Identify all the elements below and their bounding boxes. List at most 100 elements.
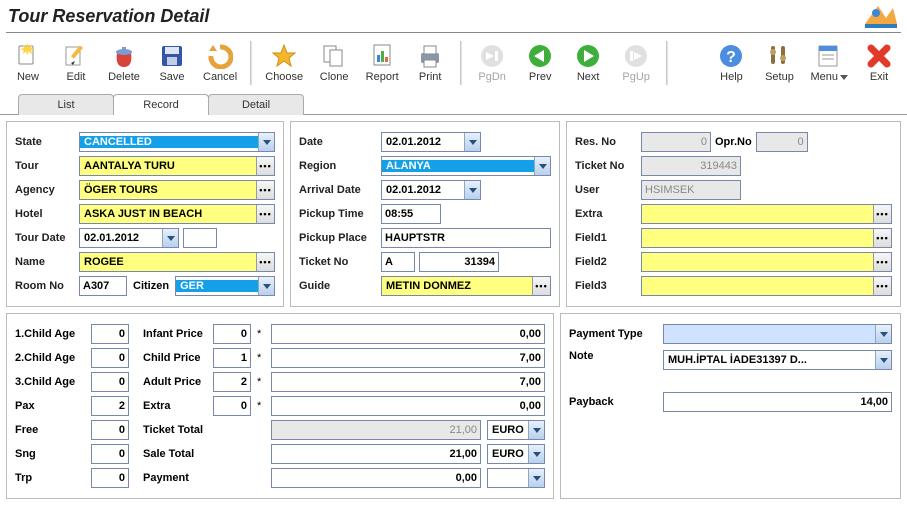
adult-amt-input[interactable] xyxy=(271,372,545,392)
tour-picker[interactable]: AANTALYA TURU ••• xyxy=(79,156,275,176)
infant-qty-input[interactable] xyxy=(213,324,251,344)
pickupplace-label: Pickup Place xyxy=(299,232,377,244)
prev-button[interactable]: Prev xyxy=(516,37,564,89)
new-button[interactable]: New xyxy=(4,37,52,89)
tab-detail[interactable]: Detail xyxy=(208,94,304,115)
clone-button[interactable]: Clone xyxy=(310,37,358,89)
sng-input[interactable] xyxy=(91,444,129,464)
toolbar-separator xyxy=(250,41,252,85)
adult-qty-input[interactable] xyxy=(213,372,251,392)
payback-input[interactable] xyxy=(663,392,892,412)
tickettot-input xyxy=(271,420,481,440)
ellipsis-icon: ••• xyxy=(256,205,274,223)
arrival-combo[interactable]: 02.01.2012 xyxy=(381,180,481,200)
menu-icon xyxy=(816,43,842,69)
choose-icon xyxy=(271,43,297,69)
free-input[interactable] xyxy=(91,420,129,440)
tourdate-ext-input[interactable] xyxy=(183,228,217,248)
infant-amt-input[interactable] xyxy=(271,324,545,344)
child2-input[interactable] xyxy=(91,348,129,368)
pgdn-button[interactable]: PgDn xyxy=(468,37,516,89)
prev-icon xyxy=(527,43,553,69)
ticket-prefix-input[interactable] xyxy=(381,252,415,272)
extra-qty-input[interactable] xyxy=(213,396,251,416)
child3-input[interactable] xyxy=(91,372,129,392)
choose-button[interactable]: Choose xyxy=(258,37,310,89)
date-combo[interactable]: 02.01.2012 xyxy=(381,132,481,152)
multiply-icon: * xyxy=(257,376,265,388)
delete-button[interactable]: Delete xyxy=(100,37,148,89)
extra-picker[interactable]: ••• xyxy=(641,204,892,224)
ellipsis-icon: ••• xyxy=(873,277,891,295)
ellipsis-icon: ••• xyxy=(873,229,891,247)
field2-label: Field2 xyxy=(575,256,637,268)
ellipsis-icon: ••• xyxy=(256,157,274,175)
tab-record[interactable]: Record xyxy=(113,94,209,115)
edit-button[interactable]: Edit xyxy=(52,37,100,89)
chevron-down-icon xyxy=(162,229,178,247)
field1-picker[interactable]: ••• xyxy=(641,228,892,248)
pickupplace-input[interactable] xyxy=(381,228,551,248)
ticketno2-input xyxy=(641,156,741,176)
agency-picker[interactable]: ÖGER TOURS ••• xyxy=(79,180,275,200)
print-button[interactable]: Print xyxy=(406,37,454,89)
roomno-input[interactable] xyxy=(79,276,127,296)
pickuptime-input[interactable] xyxy=(381,204,441,224)
menu-button[interactable]: Menu xyxy=(803,37,855,89)
citizen-combo[interactable]: GER xyxy=(175,276,275,296)
extra-amt-input[interactable] xyxy=(271,396,545,416)
state-combo[interactable]: CANCELLED xyxy=(79,132,275,152)
childp-amt-input[interactable] xyxy=(271,348,545,368)
payment-input[interactable] xyxy=(271,468,481,488)
paytype-combo[interactable] xyxy=(663,324,892,344)
saletot-cur-combo[interactable]: EURO xyxy=(487,444,545,464)
pgdn-icon xyxy=(479,43,505,69)
cancel-button[interactable]: Cancel xyxy=(196,37,244,89)
help-button[interactable]: ? Help xyxy=(707,37,755,89)
user-label: User xyxy=(575,184,637,196)
save-button[interactable]: Save xyxy=(148,37,196,89)
tab-list[interactable]: List xyxy=(18,94,114,115)
trp-input[interactable] xyxy=(91,468,129,488)
oprno-input xyxy=(756,132,808,152)
childp-qty-input[interactable] xyxy=(213,348,251,368)
tour-label: Tour xyxy=(15,160,75,172)
next-icon xyxy=(575,43,601,69)
hotel-picker[interactable]: ASKA JUST IN BEACH ••• xyxy=(79,204,275,224)
ticketno2-label: Ticket No xyxy=(575,160,637,172)
ticket-no-input[interactable] xyxy=(419,252,499,272)
ellipsis-icon: ••• xyxy=(256,253,274,271)
payment-cur-combo[interactable] xyxy=(487,468,545,488)
chevron-down-icon xyxy=(258,277,274,295)
extra-label: Extra xyxy=(575,208,637,220)
oprno-label: Opr.No xyxy=(715,136,752,148)
name-picker[interactable]: ROGEE ••• xyxy=(79,252,275,272)
note-combo[interactable]: MUH.İPTAL İADE31397 D... xyxy=(663,350,892,370)
saletot-input[interactable] xyxy=(271,444,481,464)
pgup-button[interactable]: PgUp xyxy=(612,37,660,89)
chevron-down-icon xyxy=(528,421,544,439)
payment-label: Payment xyxy=(135,472,207,484)
tickettot-cur-combo[interactable]: EURO xyxy=(487,420,545,440)
pax-input[interactable] xyxy=(91,396,129,416)
toolbar: New Edit Delete Save Cancel Choose Clone… xyxy=(0,35,907,91)
field2-picker[interactable]: ••• xyxy=(641,252,892,272)
chevron-down-icon xyxy=(464,181,480,199)
setup-button[interactable]: Setup xyxy=(755,37,803,89)
pickuptime-label: Pickup Time xyxy=(299,208,377,220)
note-label: Note xyxy=(569,350,659,362)
tourdate-combo[interactable]: 02.01.2012 xyxy=(79,228,179,248)
region-combo[interactable]: ALANYA xyxy=(381,156,551,176)
field3-picker[interactable]: ••• xyxy=(641,276,892,296)
guide-picker[interactable]: METIN DONMEZ ••• xyxy=(381,276,551,296)
chevron-down-icon xyxy=(528,469,544,487)
chevron-down-icon xyxy=(258,133,274,151)
ellipsis-icon: ••• xyxy=(256,181,274,199)
exit-button[interactable]: Exit xyxy=(855,37,903,89)
report-button[interactable]: Report xyxy=(358,37,406,89)
child1-input[interactable] xyxy=(91,324,129,344)
tourdate-label: Tour Date xyxy=(15,232,75,244)
next-button[interactable]: Next xyxy=(564,37,612,89)
save-icon xyxy=(159,43,185,69)
region-label: Region xyxy=(299,160,377,172)
